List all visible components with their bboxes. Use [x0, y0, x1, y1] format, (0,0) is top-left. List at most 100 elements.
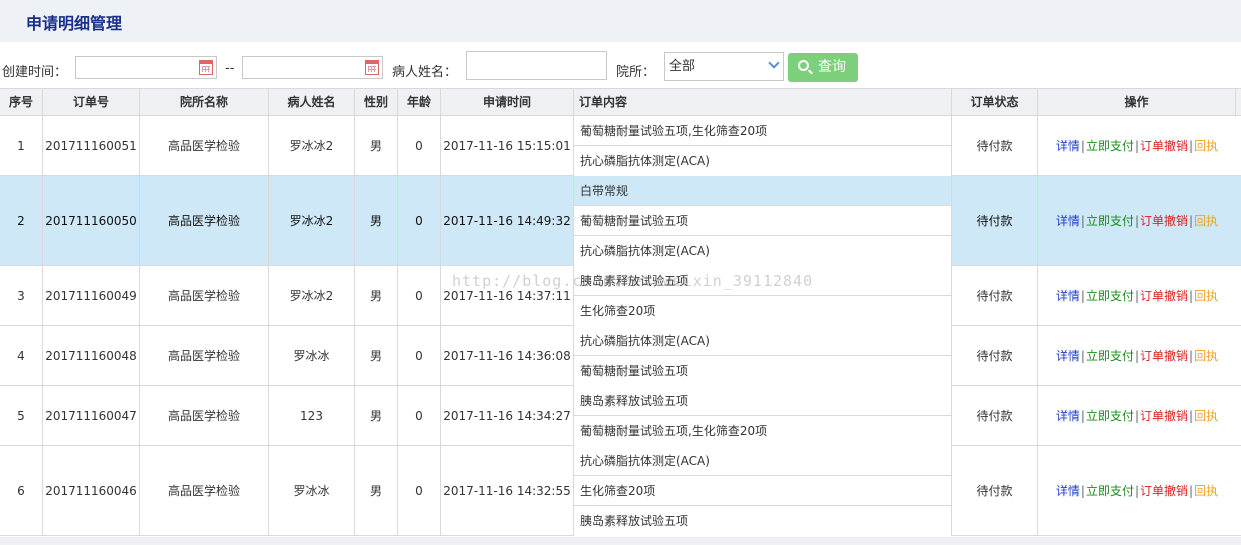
- cell-no: 1: [0, 116, 43, 175]
- col-header-content[interactable]: 订单内容: [574, 89, 952, 116]
- table-row[interactable]: 6 201711160046 高品医学检验 罗冰冰男 0 2017-11-16 14:32…: [0, 446, 1241, 536]
- cell-time: 2017-11-16 14:37:11: [441, 266, 574, 325]
- cell-order-content: 胰岛素释放试验五项 葡萄糖耐量试验五项,生化筛查20项: [574, 386, 952, 446]
- detail-link[interactable]: 详情: [1056, 212, 1080, 229]
- col-header-time[interactable]: 申请时间: [441, 89, 574, 116]
- receipt-link[interactable]: 回执: [1194, 407, 1218, 424]
- table-row[interactable]: 3 201711160049 高品医学检验 罗冰冰2 男 0 2017-11-16 14:3…: [0, 266, 1241, 326]
- col-header-patient[interactable]: 病人姓名: [269, 89, 355, 116]
- detail-link[interactable]: 详情: [1056, 407, 1080, 424]
- cell-patient: 罗冰冰: [269, 326, 355, 385]
- cell-sex: 男: [355, 176, 398, 265]
- cell-status: 待付款: [952, 386, 1038, 445]
- col-header-age[interactable]: 年龄: [398, 89, 441, 116]
- receipt-link[interactable]: 回执: [1194, 137, 1218, 154]
- cancel-order-link[interactable]: 订单撤销: [1140, 287, 1188, 304]
- order-item: 生化筛查20项: [574, 476, 951, 506]
- table-row[interactable]: 1 201711160051 高品医学检验 罗冰冰2 男 0 2017-11-16 15:1…: [0, 116, 1241, 176]
- col-header-order[interactable]: 订单号: [43, 89, 140, 116]
- action-separator: |: [1189, 483, 1194, 498]
- order-item: 葡萄糖耐量试验五项: [574, 206, 951, 236]
- cell-patient: 罗冰冰2: [269, 116, 355, 175]
- action-separator: |: [1189, 213, 1194, 228]
- cell-no: 3: [0, 266, 43, 325]
- receipt-link[interactable]: 回执: [1194, 287, 1218, 304]
- order-item: 抗心磷脂抗体测定(ACA): [574, 236, 951, 266]
- action-separator: |: [1134, 483, 1140, 498]
- cell-time: 2017-11-16 15:15:01: [441, 116, 574, 175]
- detail-link[interactable]: 详情: [1056, 287, 1080, 304]
- order-item: 抗心磷脂抗体测定(ACA): [574, 146, 951, 176]
- cell-order-content: 抗心磷脂抗体测定(ACA) 生化筛查20项 胰岛素释放试验五项: [574, 446, 952, 536]
- hospital-label: 院所：: [616, 65, 656, 80]
- detail-link[interactable]: 详情: [1056, 137, 1080, 154]
- col-header-hospital[interactable]: 院所名称: [140, 89, 269, 116]
- page-title: 申请明细管理: [26, 14, 123, 33]
- date-separator: --: [225, 61, 235, 76]
- order-item: 生化筛查20项: [574, 296, 951, 326]
- cell-hospital: 高品医学检验: [140, 266, 269, 325]
- cell-sex: 男: [355, 116, 398, 175]
- cancel-order-link[interactable]: 订单撤销: [1140, 137, 1188, 154]
- table-row[interactable]: 5 201711160047 高品医学检验 123 男 0 2017-11-16 14:34…: [0, 386, 1241, 446]
- patient-name-input[interactable]: [466, 51, 607, 80]
- pay-now-link[interactable]: 立即支付: [1086, 137, 1134, 154]
- cell-patient: 罗冰冰2: [269, 176, 355, 265]
- cell-sex: 男: [355, 326, 398, 385]
- col-header-no[interactable]: 序号: [0, 89, 43, 116]
- cancel-order-link[interactable]: 订单撤销: [1140, 347, 1188, 364]
- pay-now-link[interactable]: 立即支付: [1086, 482, 1134, 499]
- end-date-input[interactable]: [242, 56, 383, 79]
- action-separator: |: [1080, 138, 1085, 153]
- cell-actions: 详情 | 立即支付 | 订单撤销 | 回执: [1038, 266, 1236, 325]
- receipt-link[interactable]: 回执: [1194, 482, 1218, 499]
- order-item: 葡萄糖耐量试验五项,生化筛查20项: [574, 116, 951, 146]
- table-row[interactable]: 2 201711160050 高品医学检验 罗冰冰2 男 0 2017-11-16 14:4…: [0, 176, 1241, 266]
- cell-sex: 男: [355, 446, 398, 535]
- pay-now-link[interactable]: 立即支付: [1086, 287, 1134, 304]
- action-separator: |: [1189, 288, 1194, 303]
- hospital-select[interactable]: 全部: [664, 52, 784, 81]
- action-separator: |: [1080, 213, 1085, 228]
- order-item: 抗心磷脂抗体测定(ACA): [574, 326, 951, 356]
- cell-patient: 罗冰冰2: [269, 266, 355, 325]
- start-date-input[interactable]: [75, 56, 217, 79]
- table-row[interactable]: 4 201711160048 高品医学检验 罗冰冰男 0 2017-11-16 14:36…: [0, 326, 1241, 386]
- order-item: 白带常规: [574, 176, 951, 206]
- cancel-order-link[interactable]: 订单撤销: [1140, 212, 1188, 229]
- receipt-link[interactable]: 回执: [1194, 347, 1218, 364]
- cell-patient: 123: [269, 386, 355, 445]
- search-button[interactable]: 查询: [788, 53, 858, 82]
- col-header-status[interactable]: 订单状态: [952, 89, 1038, 116]
- search-icon: [798, 60, 809, 71]
- cell-hospital: 高品医学检验: [140, 116, 269, 175]
- receipt-link[interactable]: 回执: [1194, 212, 1218, 229]
- cell-actions: 详情 | 立即支付 | 订单撤销 | 回执: [1038, 176, 1236, 265]
- action-separator: |: [1080, 408, 1085, 423]
- page-header: 申请明细管理: [0, 0, 1241, 42]
- action-separator: |: [1134, 348, 1140, 363]
- detail-link[interactable]: 详情: [1056, 482, 1080, 499]
- cell-hospital: 高品医学检验: [140, 446, 269, 535]
- pay-now-link[interactable]: 立即支付: [1086, 407, 1134, 424]
- action-separator: |: [1080, 348, 1085, 363]
- pay-now-link[interactable]: 立即支付: [1086, 212, 1134, 229]
- detail-link[interactable]: 详情: [1056, 347, 1080, 364]
- cell-order-content: 白带常规 葡萄糖耐量试验五项 抗心磷脂抗体测定(ACA): [574, 176, 952, 266]
- action-separator: |: [1134, 288, 1140, 303]
- calendar-icon[interactable]: [199, 60, 213, 75]
- cell-status: 待付款: [952, 116, 1038, 175]
- filter-bar: 创建时间： -- 病人姓名： 院所： 全部 查询: [0, 42, 1241, 88]
- cell-no: 5: [0, 386, 43, 445]
- cell-time: 2017-11-16 14:36:08: [441, 326, 574, 385]
- cancel-order-link[interactable]: 订单撤销: [1140, 407, 1188, 424]
- pay-now-link[interactable]: 立即支付: [1086, 347, 1134, 364]
- action-separator: |: [1080, 483, 1085, 498]
- col-header-sex[interactable]: 性别: [355, 89, 398, 116]
- cell-hospital: 高品医学检验: [140, 386, 269, 445]
- calendar-icon[interactable]: [365, 60, 379, 75]
- cancel-order-link[interactable]: 订单撤销: [1140, 482, 1188, 499]
- action-separator: |: [1189, 138, 1194, 153]
- action-separator: |: [1134, 138, 1140, 153]
- action-separator: |: [1080, 288, 1085, 303]
